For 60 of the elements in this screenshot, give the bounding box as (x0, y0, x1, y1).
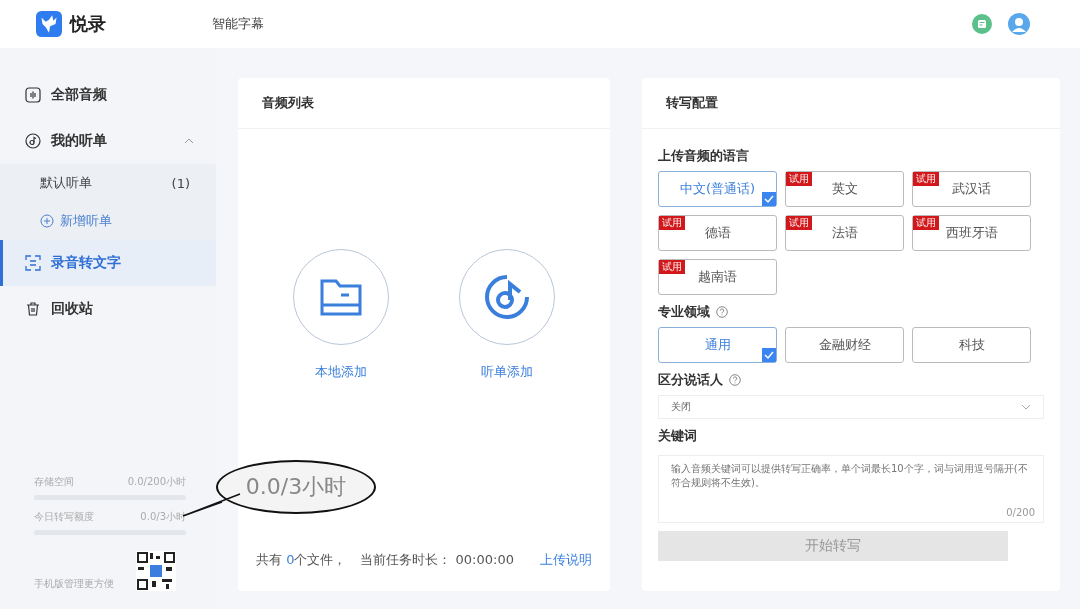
section-label: 关键词 (658, 427, 697, 445)
action-label[interactable]: 本地添加 (315, 363, 367, 381)
panel-title: 转写配置 (642, 78, 1060, 129)
domain-option[interactable]: 科技 (912, 327, 1031, 363)
chevron-icon (184, 138, 194, 144)
usage-value: 0.0/200小时 (127, 475, 186, 489)
language-option[interactable]: 中文(普通话) (658, 171, 777, 207)
sidebar-item[interactable]: 全部音频 (0, 72, 216, 118)
check-icon (762, 348, 776, 362)
note-icon[interactable] (972, 14, 992, 34)
language-option[interactable]: 法语 试用 (785, 215, 904, 251)
panel-title: 音频列表 (238, 78, 610, 129)
playlist-item[interactable]: 默认听单 (1) (0, 164, 216, 202)
upload-help-link[interactable]: 上传说明 (540, 551, 592, 569)
trial-badge: 试用 (659, 260, 685, 274)
help-icon[interactable] (729, 374, 741, 386)
domain-option[interactable]: 通用 (658, 327, 777, 363)
avatar-icon[interactable] (1008, 13, 1030, 35)
action-label[interactable]: 听单添加 (481, 363, 533, 381)
add-playlist-label[interactable]: 新增听单 (60, 212, 112, 230)
qr-code-icon (136, 551, 176, 591)
mobile-text: 手机版管理更方便 (34, 577, 114, 591)
section-label: 专业领域 (658, 303, 710, 321)
usage-label: 今日转写额度 (34, 510, 94, 524)
usage-value: 0.0/3小时 (140, 510, 186, 524)
help-icon[interactable] (716, 306, 728, 318)
file-count-text: 共有 0个文件， (256, 551, 347, 569)
music-disc-icon (484, 274, 530, 320)
language-option[interactable]: 西班牙语 试用 (912, 215, 1031, 251)
app-name: 悦录 (70, 12, 106, 36)
section-label: 区分说话人 (658, 371, 723, 389)
trial-badge: 试用 (786, 216, 812, 230)
waveform-icon (25, 87, 41, 103)
domain-option[interactable]: 金融财经 (785, 327, 904, 363)
speaker-select[interactable]: 关闭 (658, 395, 1044, 419)
folder-icon (319, 277, 363, 317)
char-counter: 0/200 (1006, 507, 1035, 518)
check-icon (762, 192, 776, 206)
nav-link[interactable]: 智能字幕 (212, 15, 264, 33)
section-label: 上传音频的语言 (658, 147, 749, 165)
trial-badge: 试用 (786, 172, 812, 186)
music-disc-icon (25, 133, 41, 149)
duration-text: 当前任务时长： 00:00:00 (360, 551, 514, 569)
deer-logo-icon (36, 11, 62, 37)
language-option[interactable]: 德语 试用 (658, 215, 777, 251)
usage-label: 存储空间 (34, 475, 74, 489)
sidebar-item[interactable]: 我的听单 (0, 118, 216, 164)
trash-icon (25, 301, 41, 317)
language-option[interactable]: 英文 试用 (785, 171, 904, 207)
language-option[interactable]: 越南语 试用 (658, 259, 777, 295)
plus-circle-icon (40, 214, 54, 228)
trial-badge: 试用 (913, 216, 939, 230)
trial-badge: 试用 (659, 216, 685, 230)
sidebar-item[interactable]: 回收站 (0, 286, 216, 332)
chevron-down-icon (1021, 404, 1031, 410)
add-playlist-link[interactable]: 新增听单 (0, 202, 216, 240)
language-option[interactable]: 武汉话 试用 (912, 171, 1031, 207)
trial-badge: 试用 (913, 172, 939, 186)
sidebar-item[interactable]: 录音转文字 (0, 240, 216, 286)
convert-icon (25, 255, 41, 271)
